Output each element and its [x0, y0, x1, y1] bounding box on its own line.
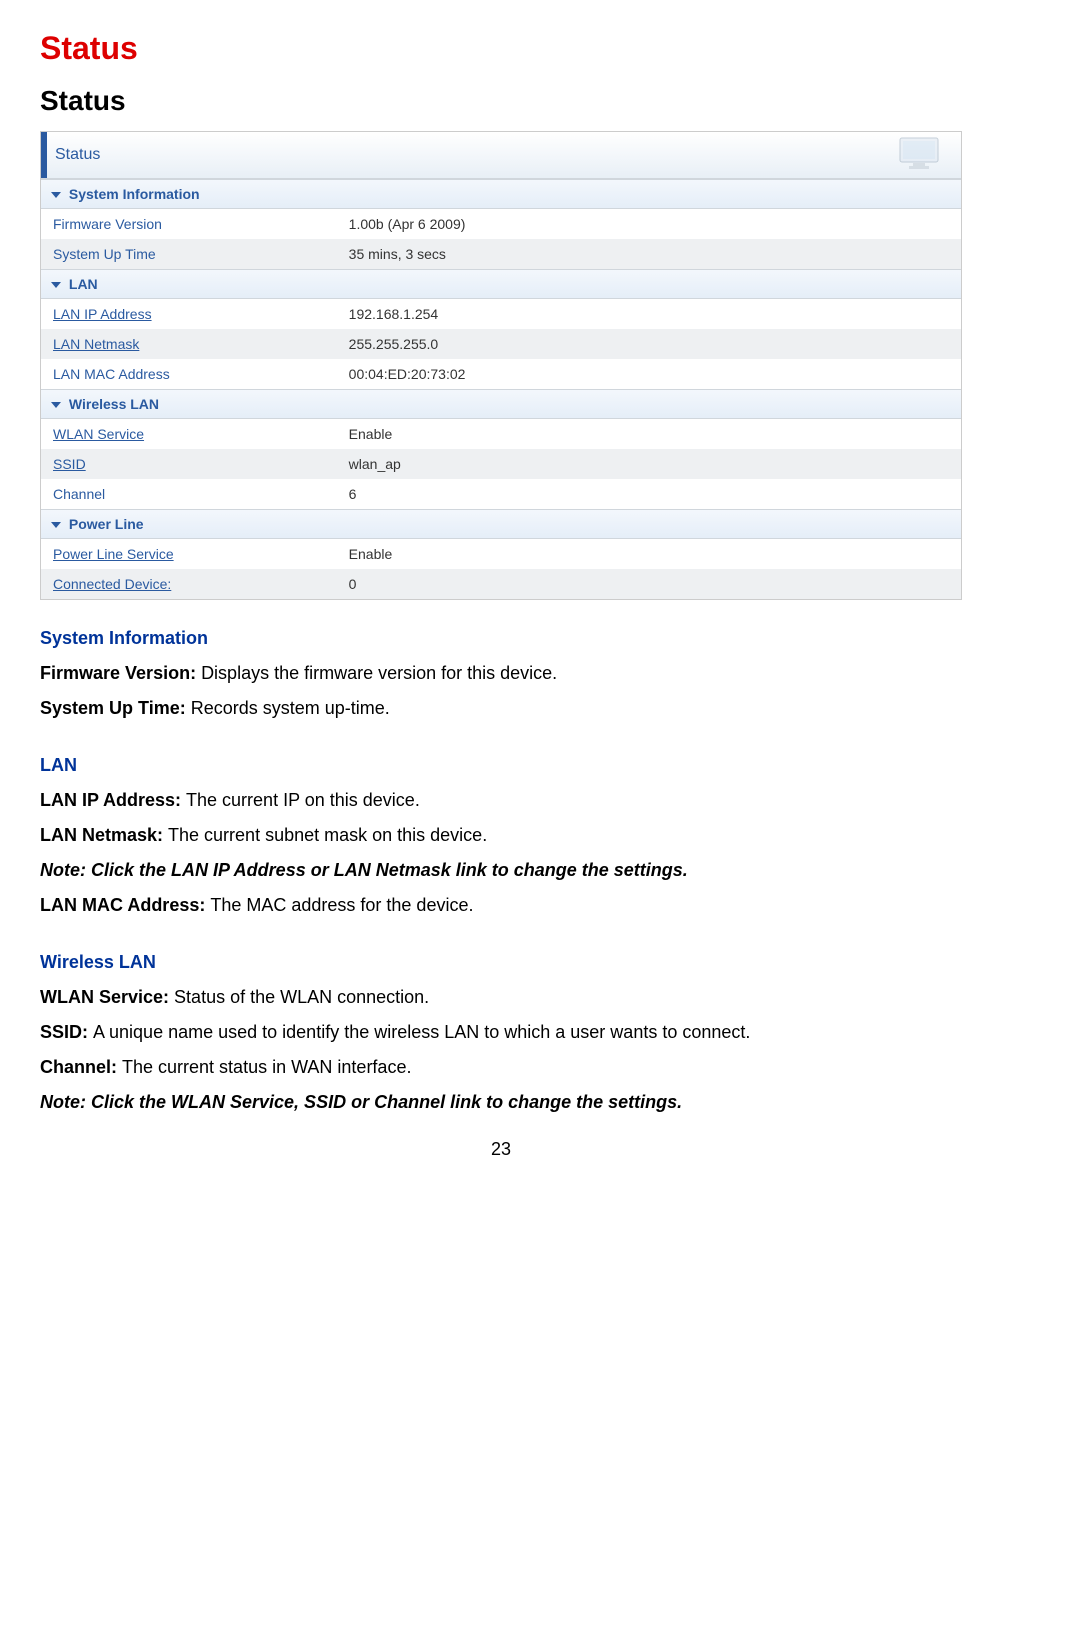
table-row: SSID wlan_ap	[41, 449, 961, 479]
desc-lan-ip-text: The current IP on this device.	[186, 790, 420, 810]
row-label-link[interactable]: LAN IP Address	[53, 306, 349, 322]
table-row: Channel 6	[41, 479, 961, 509]
tab-status[interactable]: Status	[41, 132, 118, 178]
row-label: LAN MAC Address	[53, 366, 349, 382]
row-value: 1.00b (Apr 6 2009)	[349, 216, 466, 232]
table-row: LAN IP Address 192.168.1.254	[41, 299, 961, 329]
row-label-link[interactable]: WLAN Service	[53, 426, 349, 442]
row-label-link[interactable]: LAN Netmask	[53, 336, 349, 352]
caret-down-icon	[51, 522, 61, 528]
desc-heading-system-information: System Information	[40, 628, 962, 649]
monitor-icon	[899, 137, 947, 173]
desc-wlan-ssid: SSID: A unique name used to identify the…	[40, 1022, 962, 1043]
row-value: 35 mins, 3 secs	[349, 246, 446, 262]
desc-firmware-bold: Firmware Version:	[40, 663, 201, 683]
row-label-link[interactable]: SSID	[53, 456, 349, 472]
section-title: LAN	[69, 276, 98, 292]
row-label-link[interactable]: Power Line Service	[53, 546, 349, 562]
caret-down-icon	[51, 192, 61, 198]
row-label-link[interactable]: Connected Device:	[53, 576, 349, 592]
desc-wlan-ch-text: The current status in WAN interface.	[122, 1057, 411, 1077]
row-label: Firmware Version	[53, 216, 349, 232]
table-row: LAN MAC Address 00:04:ED:20:73:02	[41, 359, 961, 389]
table-row: Firmware Version 1.00b (Apr 6 2009)	[41, 209, 961, 239]
table-row: LAN Netmask 255.255.255.0	[41, 329, 961, 359]
section-title: Power Line	[69, 516, 144, 532]
note-wlan: Note: Click the WLAN Service, SSID or Ch…	[40, 1092, 962, 1113]
row-value: 6	[349, 486, 357, 502]
page-number: 23	[40, 1139, 962, 1160]
row-value: Enable	[349, 426, 393, 442]
section-title: Wireless LAN	[69, 396, 159, 412]
row-value: 192.168.1.254	[349, 306, 439, 322]
row-value: 00:04:ED:20:73:02	[349, 366, 466, 382]
sub-title: Status	[40, 85, 962, 117]
desc-wlan-ssid-bold: SSID:	[40, 1022, 93, 1042]
desc-wlan-svc: WLAN Service: Status of the WLAN connect…	[40, 987, 962, 1008]
desc-wlan-ssid-text: A unique name used to identify the wirel…	[93, 1022, 750, 1042]
caret-down-icon	[51, 402, 61, 408]
row-label: Channel	[53, 486, 349, 502]
desc-wlan-ch-bold: Channel:	[40, 1057, 122, 1077]
desc-wlan-ch: Channel: The current status in WAN inter…	[40, 1057, 962, 1078]
table-row: Power Line Service Enable	[41, 539, 961, 569]
note-lan: Note: Click the LAN IP Address or LAN Ne…	[40, 860, 962, 881]
desc-firmware: Firmware Version: Displays the firmware …	[40, 663, 962, 684]
section-header-system-information[interactable]: System Information	[41, 179, 961, 209]
section-title: System Information	[69, 186, 200, 202]
table-row: System Up Time 35 mins, 3 secs	[41, 239, 961, 269]
row-value: 255.255.255.0	[349, 336, 439, 352]
section-header-wireless-lan[interactable]: Wireless LAN	[41, 389, 961, 419]
status-panel: Status System Information Firmware Versi…	[40, 131, 962, 600]
desc-lan-nm-text: The current subnet mask on this device.	[168, 825, 487, 845]
desc-lan-ip-bold: LAN IP Address:	[40, 790, 186, 810]
desc-uptime-text: Records system up-time.	[191, 698, 390, 718]
desc-wlan-svc-bold: WLAN Service:	[40, 987, 174, 1007]
desc-uptime-bold: System Up Time:	[40, 698, 191, 718]
desc-lan-nm-bold: LAN Netmask:	[40, 825, 168, 845]
row-value: 0	[349, 576, 357, 592]
section-header-lan[interactable]: LAN	[41, 269, 961, 299]
tab-status-label: Status	[55, 146, 100, 164]
desc-uptime: System Up Time: Records system up-time.	[40, 698, 962, 719]
table-row: WLAN Service Enable	[41, 419, 961, 449]
caret-down-icon	[51, 282, 61, 288]
row-label: System Up Time	[53, 246, 349, 262]
table-row: Connected Device: 0	[41, 569, 961, 599]
desc-heading-wireless-lan: Wireless LAN	[40, 952, 962, 973]
row-value: wlan_ap	[349, 456, 401, 472]
section-header-power-line[interactable]: Power Line	[41, 509, 961, 539]
desc-wlan-svc-text: Status of the WLAN connection.	[174, 987, 429, 1007]
desc-firmware-text: Displays the firmware version for this d…	[201, 663, 557, 683]
desc-lan-nm: LAN Netmask: The current subnet mask on …	[40, 825, 962, 846]
desc-lan-mac-text: The MAC address for the device.	[210, 895, 473, 915]
desc-lan-mac-bold: LAN MAC Address:	[40, 895, 210, 915]
page-title: Status	[40, 30, 962, 67]
row-value: Enable	[349, 546, 393, 562]
panel-header: Status	[41, 132, 961, 179]
desc-heading-lan: LAN	[40, 755, 962, 776]
desc-lan-ip: LAN IP Address: The current IP on this d…	[40, 790, 962, 811]
desc-lan-mac: LAN MAC Address: The MAC address for the…	[40, 895, 962, 916]
